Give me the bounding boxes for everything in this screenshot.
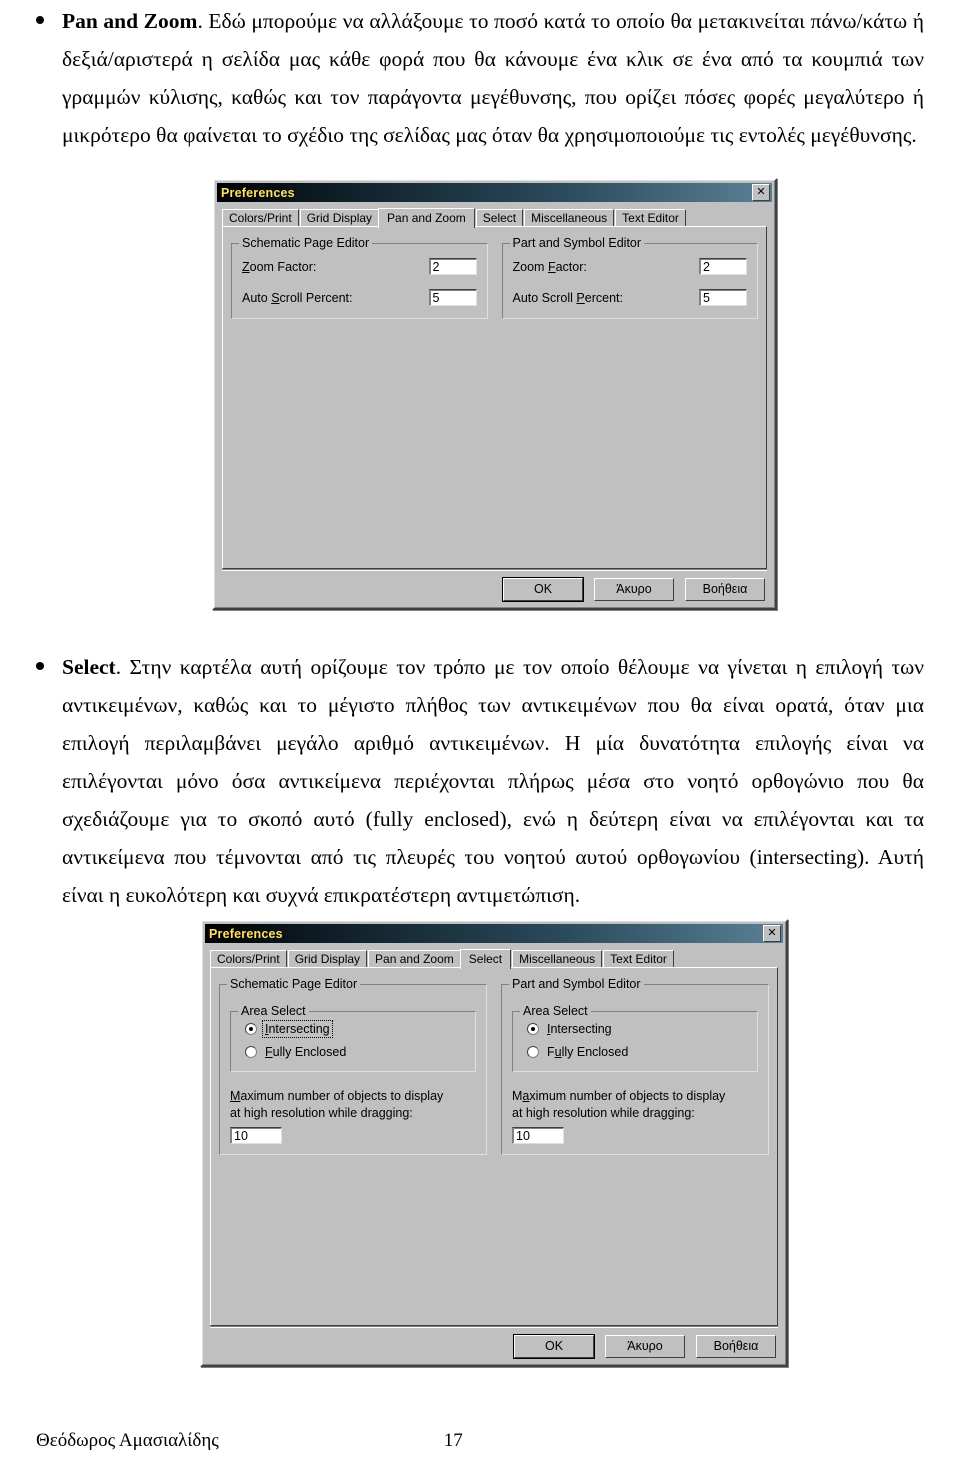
radio-fully-enclosed-schematic[interactable]: Fully Enclosed xyxy=(245,1045,465,1059)
paragraph-pan-and-zoom: Pan and Zoom. Εδώ μπορούμε να αλλάξουμε … xyxy=(0,2,960,154)
tab-colors-print[interactable]: Colors/Print xyxy=(222,209,299,226)
dialog-buttons: OK Άκυρο Βοήθεια xyxy=(217,571,772,605)
radio-fully-enclosed-part[interactable]: Fully Enclosed xyxy=(527,1045,747,1059)
page-footer: Θεόδωρος Αμασιαλίδης 17 xyxy=(0,1430,960,1452)
radio-intersecting-schematic[interactable]: Intersecting xyxy=(245,1020,465,1038)
field-zoom-factor-schematic: Zoom Factor: 2 xyxy=(242,258,477,275)
titlebar[interactable]: Preferences ✕ xyxy=(217,183,772,202)
tab-pan-and-zoom[interactable]: Pan and Zoom xyxy=(368,950,461,967)
group-title: Area Select xyxy=(520,1004,591,1018)
tab-page-select: Schematic Page Editor Area Select Inters… xyxy=(210,967,778,1326)
cancel-button[interactable]: Άκυρο xyxy=(594,578,674,601)
group-schematic-page-editor: Schematic Page Editor Area Select Inters… xyxy=(219,977,487,1155)
tab-select[interactable]: Select xyxy=(475,209,524,226)
auto-scroll-percent-input[interactable]: 5 xyxy=(699,289,747,306)
footer-author: Θεόδωρος Αμασιαλίδης xyxy=(36,1430,219,1451)
paragraph-lead-label: Select xyxy=(62,655,116,679)
close-icon[interactable]: ✕ xyxy=(752,184,770,201)
group-title: Schematic Page Editor xyxy=(239,236,373,250)
max-objects-input[interactable]: 10 xyxy=(230,1127,282,1144)
group-schematic-page-editor: Schematic Page Editor Zoom Factor: 2 Aut… xyxy=(231,236,488,319)
bullet-icon xyxy=(36,662,44,670)
field-auto-scroll-percent-schematic: Auto Scroll Percent: 5 xyxy=(242,289,477,306)
max-objects-input[interactable]: 10 xyxy=(512,1127,564,1144)
paragraph-select: Select. Στην καρτέλα αυτή ορίζουμε τον τ… xyxy=(0,648,960,914)
field-label: Zoom Factor: xyxy=(242,259,317,274)
group-title: Part and Symbol Editor xyxy=(509,236,645,250)
radio-indicator-icon xyxy=(527,1023,539,1035)
tab-miscellaneous[interactable]: Miscellaneous xyxy=(524,209,615,226)
bullet-icon xyxy=(36,16,44,24)
tab-grid-display[interactable]: Grid Display xyxy=(299,209,380,226)
editor-panels: Schematic Page Editor Zoom Factor: 2 Aut… xyxy=(231,235,758,319)
titlebar[interactable]: Preferences ✕ xyxy=(205,924,783,943)
preferences-dialog-pan-and-zoom[interactable]: Preferences ✕ Colors/Print Grid Display … xyxy=(212,178,777,610)
field-label: Auto Scroll Percent: xyxy=(512,290,623,305)
window-title: Preferences xyxy=(209,926,283,941)
preferences-dialog-select[interactable]: Preferences ✕ Colors/Print Grid Display … xyxy=(200,919,788,1367)
tab-miscellaneous[interactable]: Miscellaneous xyxy=(512,950,603,967)
field-label-rest: oom Factor: xyxy=(249,259,317,274)
help-button[interactable]: Βοήθεια xyxy=(685,578,765,601)
field-label: Auto Scroll Percent: xyxy=(242,290,353,305)
field-label: Zoom Factor: xyxy=(512,259,587,274)
max-objects-label-line2: at high resolution while dragging: xyxy=(230,1106,413,1120)
ok-button[interactable]: OK xyxy=(513,1334,595,1359)
radio-indicator-icon xyxy=(245,1023,257,1035)
help-button[interactable]: Βοήθεια xyxy=(696,1335,776,1358)
zoom-factor-input[interactable]: 2 xyxy=(699,258,747,275)
group-part-and-symbol-editor: Part and Symbol Editor Area Select Inter… xyxy=(501,977,769,1155)
window-title: Preferences xyxy=(221,185,295,200)
max-objects-label-part: Maximum number of objects to display at … xyxy=(512,1088,758,1122)
tab-text-editor[interactable]: Text Editor xyxy=(603,950,674,967)
editor-panels: Schematic Page Editor Area Select Inters… xyxy=(219,976,769,1155)
tabstrip[interactable]: Colors/Print Grid Display Pan and Zoom S… xyxy=(222,206,772,228)
radio-label: Intersecting xyxy=(262,1020,333,1038)
max-objects-label-line1: Maximum number of objects to display xyxy=(230,1089,444,1103)
field-zoom-factor-part: Zoom Factor: 2 xyxy=(512,258,747,275)
dialog-inner-frame: Preferences ✕ Colors/Print Grid Display … xyxy=(202,921,786,1365)
footer-page-number: 17 xyxy=(443,1430,463,1451)
zoom-factor-input[interactable]: 2 xyxy=(428,258,477,275)
group-area-select-schematic: Area Select Intersecting Fully Enclosed xyxy=(230,1004,476,1072)
max-objects-label-schematic: Maximum number of objects to display at … xyxy=(230,1088,476,1122)
radio-label: Fully Enclosed xyxy=(547,1045,629,1059)
radio-intersecting-part[interactable]: Intersecting xyxy=(527,1022,747,1036)
dialog-buttons: OK Άκυρο Βοήθεια xyxy=(205,1328,783,1362)
section-select: Select. Στην καρτέλα αυτή ορίζουμε τον τ… xyxy=(0,648,960,914)
radio-label: Fully Enclosed xyxy=(265,1045,347,1059)
tab-text-editor[interactable]: Text Editor xyxy=(615,209,686,226)
ok-button[interactable]: OK xyxy=(502,577,584,602)
group-title: Part and Symbol Editor xyxy=(509,977,644,991)
paragraph-text: . Στην καρτέλα αυτή ορίζουμε τον τρόπο μ… xyxy=(62,655,924,907)
group-title: Schematic Page Editor xyxy=(227,977,361,991)
auto-scroll-percent-input[interactable]: 5 xyxy=(428,289,477,306)
tab-grid-display[interactable]: Grid Display xyxy=(287,950,368,967)
tabstrip[interactable]: Colors/Print Grid Display Pan and Zoom S… xyxy=(210,947,783,969)
paragraph-lead-label: Pan and Zoom xyxy=(62,9,198,33)
group-part-and-symbol-editor: Part and Symbol Editor Zoom Factor: 2 Au… xyxy=(501,236,758,319)
radio-label: Intersecting xyxy=(547,1022,612,1036)
cancel-button[interactable]: Άκυρο xyxy=(605,1335,685,1358)
radio-indicator-icon xyxy=(245,1046,257,1058)
tab-select[interactable]: Select xyxy=(459,949,512,969)
section-pan-and-zoom: Pan and Zoom. Εδώ μπορούμε να αλλάξουμε … xyxy=(0,2,960,154)
tab-pan-and-zoom[interactable]: Pan and Zoom xyxy=(378,208,475,228)
tab-colors-print[interactable]: Colors/Print xyxy=(210,950,287,967)
radio-indicator-icon xyxy=(527,1046,539,1058)
tab-page-pan-and-zoom: Schematic Page Editor Zoom Factor: 2 Aut… xyxy=(222,226,767,569)
group-title: Area Select xyxy=(238,1004,309,1018)
close-icon[interactable]: ✕ xyxy=(763,925,781,942)
group-area-select-part: Area Select Intersecting Fully Enclosed xyxy=(512,1004,758,1072)
max-objects-label-line2: at high resolution while dragging: xyxy=(512,1106,695,1120)
max-objects-label-line1: Maximum number of objects to display xyxy=(512,1089,726,1103)
dialog-inner-frame: Preferences ✕ Colors/Print Grid Display … xyxy=(214,180,775,608)
field-auto-scroll-percent-part: Auto Scroll Percent: 5 xyxy=(512,289,747,306)
